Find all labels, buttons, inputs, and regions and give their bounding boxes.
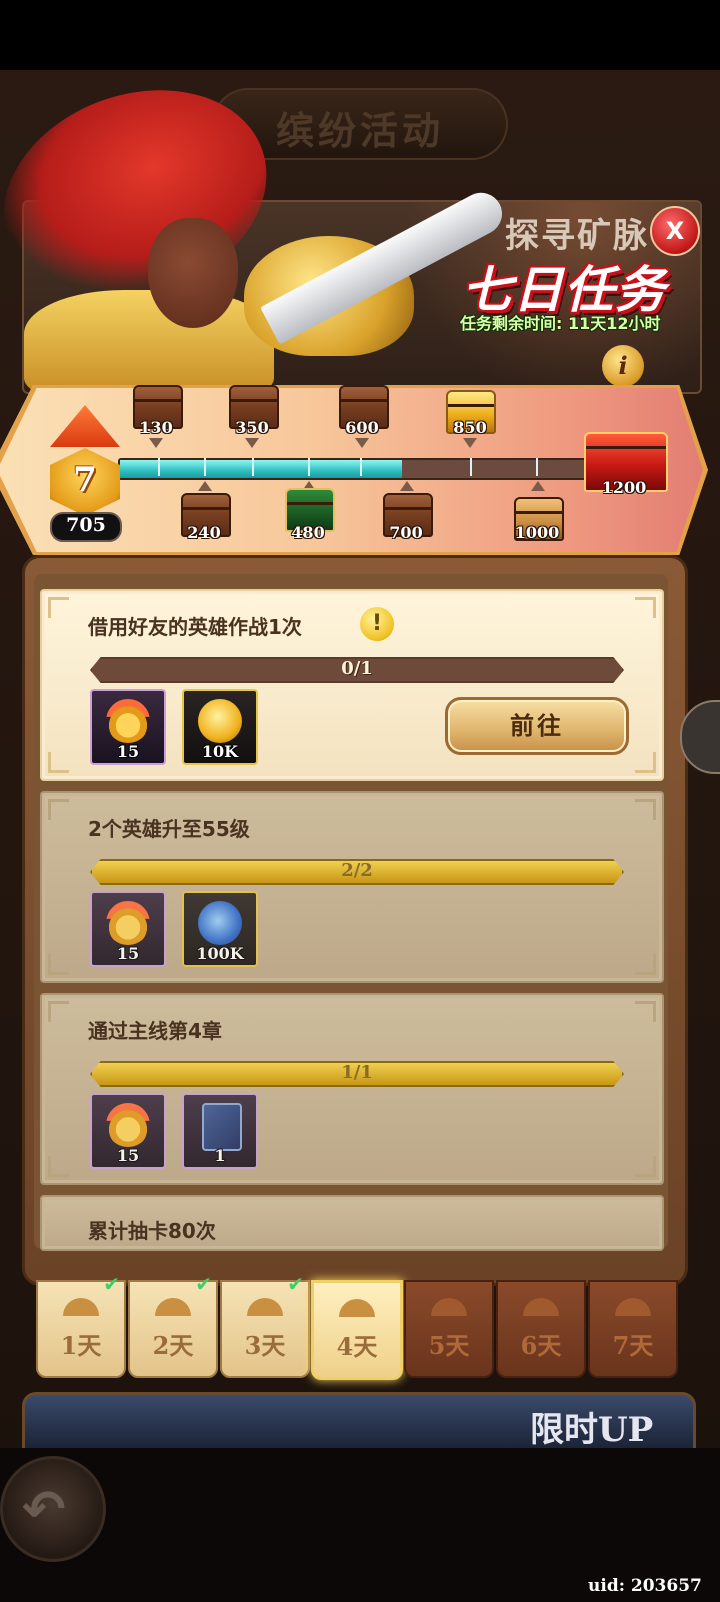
info-button[interactable]: i xyxy=(602,345,644,387)
progress-tick xyxy=(158,458,160,476)
reward-item[interactable]: 100K xyxy=(182,891,258,967)
task-progress-text: 2/2 xyxy=(341,860,373,881)
reward-quantity: 100K xyxy=(196,944,244,963)
card-corner-ornament xyxy=(635,597,656,618)
day-tab-4[interactable]: 4天 xyxy=(311,1280,403,1380)
progress-tick xyxy=(360,458,362,476)
progress-tick xyxy=(204,458,206,476)
uid-text: uid: 203657 xyxy=(588,1576,702,1596)
sun-icon xyxy=(63,1298,99,1316)
gold-coin-icon xyxy=(198,699,242,743)
day-label: 7天 xyxy=(612,1331,654,1360)
close-button[interactable]: X xyxy=(650,206,700,256)
milestone-pointer xyxy=(400,481,414,491)
sun-icon xyxy=(431,1298,467,1316)
go-button[interactable]: 前往 xyxy=(445,697,629,755)
remaining-time-text: 任务剩余时间: 11天12小时 xyxy=(460,314,661,333)
card-corner-ornament xyxy=(48,799,69,820)
day-label: 2天 xyxy=(152,1331,194,1360)
task-card: 累计抽卡80次 xyxy=(40,1195,664,1251)
final-milestone-label: 1200 xyxy=(601,478,647,497)
milestone-label: 480 xyxy=(291,523,325,542)
reward-quantity: 10K xyxy=(201,742,239,761)
milestone-pointer xyxy=(531,481,545,491)
progress-tick xyxy=(470,458,472,476)
task-card: 通过主线第4章 1/1 15 1 xyxy=(40,993,664,1185)
back-arrow-icon: ↶ xyxy=(22,1480,66,1540)
card-corner-ornament xyxy=(48,954,69,975)
reward-quantity: 15 xyxy=(116,944,140,963)
milestone-label: 130 xyxy=(139,418,173,437)
day-label: 1天 xyxy=(60,1331,102,1360)
reward-quantity: 15 xyxy=(116,1146,140,1165)
medal-icon xyxy=(106,901,150,945)
milestone-label: 850 xyxy=(453,418,487,437)
reward-item[interactable]: 15 xyxy=(90,1093,166,1169)
card-corner-ornament xyxy=(48,1156,69,1177)
day-tab-6[interactable]: 6天 xyxy=(496,1280,586,1378)
points-value: 705 xyxy=(66,514,106,536)
reward-item[interactable]: 10K xyxy=(182,689,258,765)
milestone-label: 350 xyxy=(235,418,269,437)
day-tab-5[interactable]: 5天 xyxy=(404,1280,494,1378)
day-tab-7[interactable]: 7天 xyxy=(588,1280,678,1378)
task-card: 2个英雄升至55级 2/2 15 100K xyxy=(40,791,664,983)
exp-potion-icon xyxy=(198,901,242,945)
milestone-label: 700 xyxy=(389,523,423,542)
medal-icon xyxy=(106,699,150,743)
milestone-label: 600 xyxy=(345,418,379,437)
card-corner-ornament xyxy=(635,954,656,975)
check-icon: ✔ xyxy=(287,1272,304,1296)
day-label: 4天 xyxy=(336,1332,378,1361)
task-progress-text: 0/1 xyxy=(341,658,373,679)
task-title: 借用好友的英雄作战1次 xyxy=(88,615,302,639)
card-corner-ornament xyxy=(635,752,656,773)
progress-tick xyxy=(308,458,310,476)
card-corner-ornament xyxy=(635,1001,656,1022)
milestone-pointer xyxy=(198,481,212,491)
reward-item[interactable]: 15 xyxy=(90,689,166,765)
check-icon: ✔ xyxy=(195,1272,212,1296)
medal-icon xyxy=(106,1103,150,1147)
card-corner-ornament xyxy=(48,752,69,773)
reward-quantity: 1 xyxy=(214,1146,226,1165)
milestone-pointer xyxy=(149,438,163,448)
sun-icon xyxy=(155,1298,191,1316)
milestone-pointer xyxy=(355,438,369,448)
exclamation-icon[interactable]: ! xyxy=(360,607,394,641)
reward-item[interactable]: 15 xyxy=(90,891,166,967)
sun-icon xyxy=(247,1298,283,1316)
card-corner-ornament xyxy=(635,1156,656,1177)
day-tab-1[interactable]: ✔ 1天 xyxy=(36,1272,126,1378)
milestone-pointer xyxy=(245,438,259,448)
day-tab-3[interactable]: ✔ 3天 xyxy=(220,1272,310,1378)
level-number: 7 xyxy=(73,460,97,500)
reward-quantity: 15 xyxy=(116,742,140,761)
task-progress-text: 1/1 xyxy=(341,1062,373,1083)
day-tab-2[interactable]: ✔ 2天 xyxy=(128,1272,218,1378)
card-corner-ornament xyxy=(48,597,69,618)
task-title: 2个英雄升至55级 xyxy=(88,817,250,841)
hero-armor-art xyxy=(24,290,274,400)
milestone-pointer xyxy=(463,438,477,448)
limited-up-label: 限时UP xyxy=(530,1410,654,1450)
day-label: 6天 xyxy=(520,1331,562,1360)
card-corner-ornament xyxy=(635,799,656,820)
card-corner-ornament xyxy=(48,1001,69,1022)
hero-card-icon xyxy=(202,1103,242,1151)
milestone-label: 1000 xyxy=(514,523,560,542)
day-label: 5天 xyxy=(428,1331,470,1360)
progress-tick xyxy=(536,458,538,476)
progress-tick xyxy=(252,458,254,476)
sun-icon xyxy=(523,1298,559,1316)
sun-icon xyxy=(615,1298,651,1316)
hero-portrait xyxy=(148,218,238,328)
task-title: 通过主线第4章 xyxy=(88,1019,222,1043)
day-label: 3天 xyxy=(244,1331,286,1360)
check-icon: ✔ xyxy=(103,1272,120,1296)
milestone-label: 240 xyxy=(187,523,221,542)
sun-icon xyxy=(339,1299,375,1317)
reward-item[interactable]: 1 xyxy=(182,1093,258,1169)
task-title: 累计抽卡80次 xyxy=(88,1219,216,1243)
